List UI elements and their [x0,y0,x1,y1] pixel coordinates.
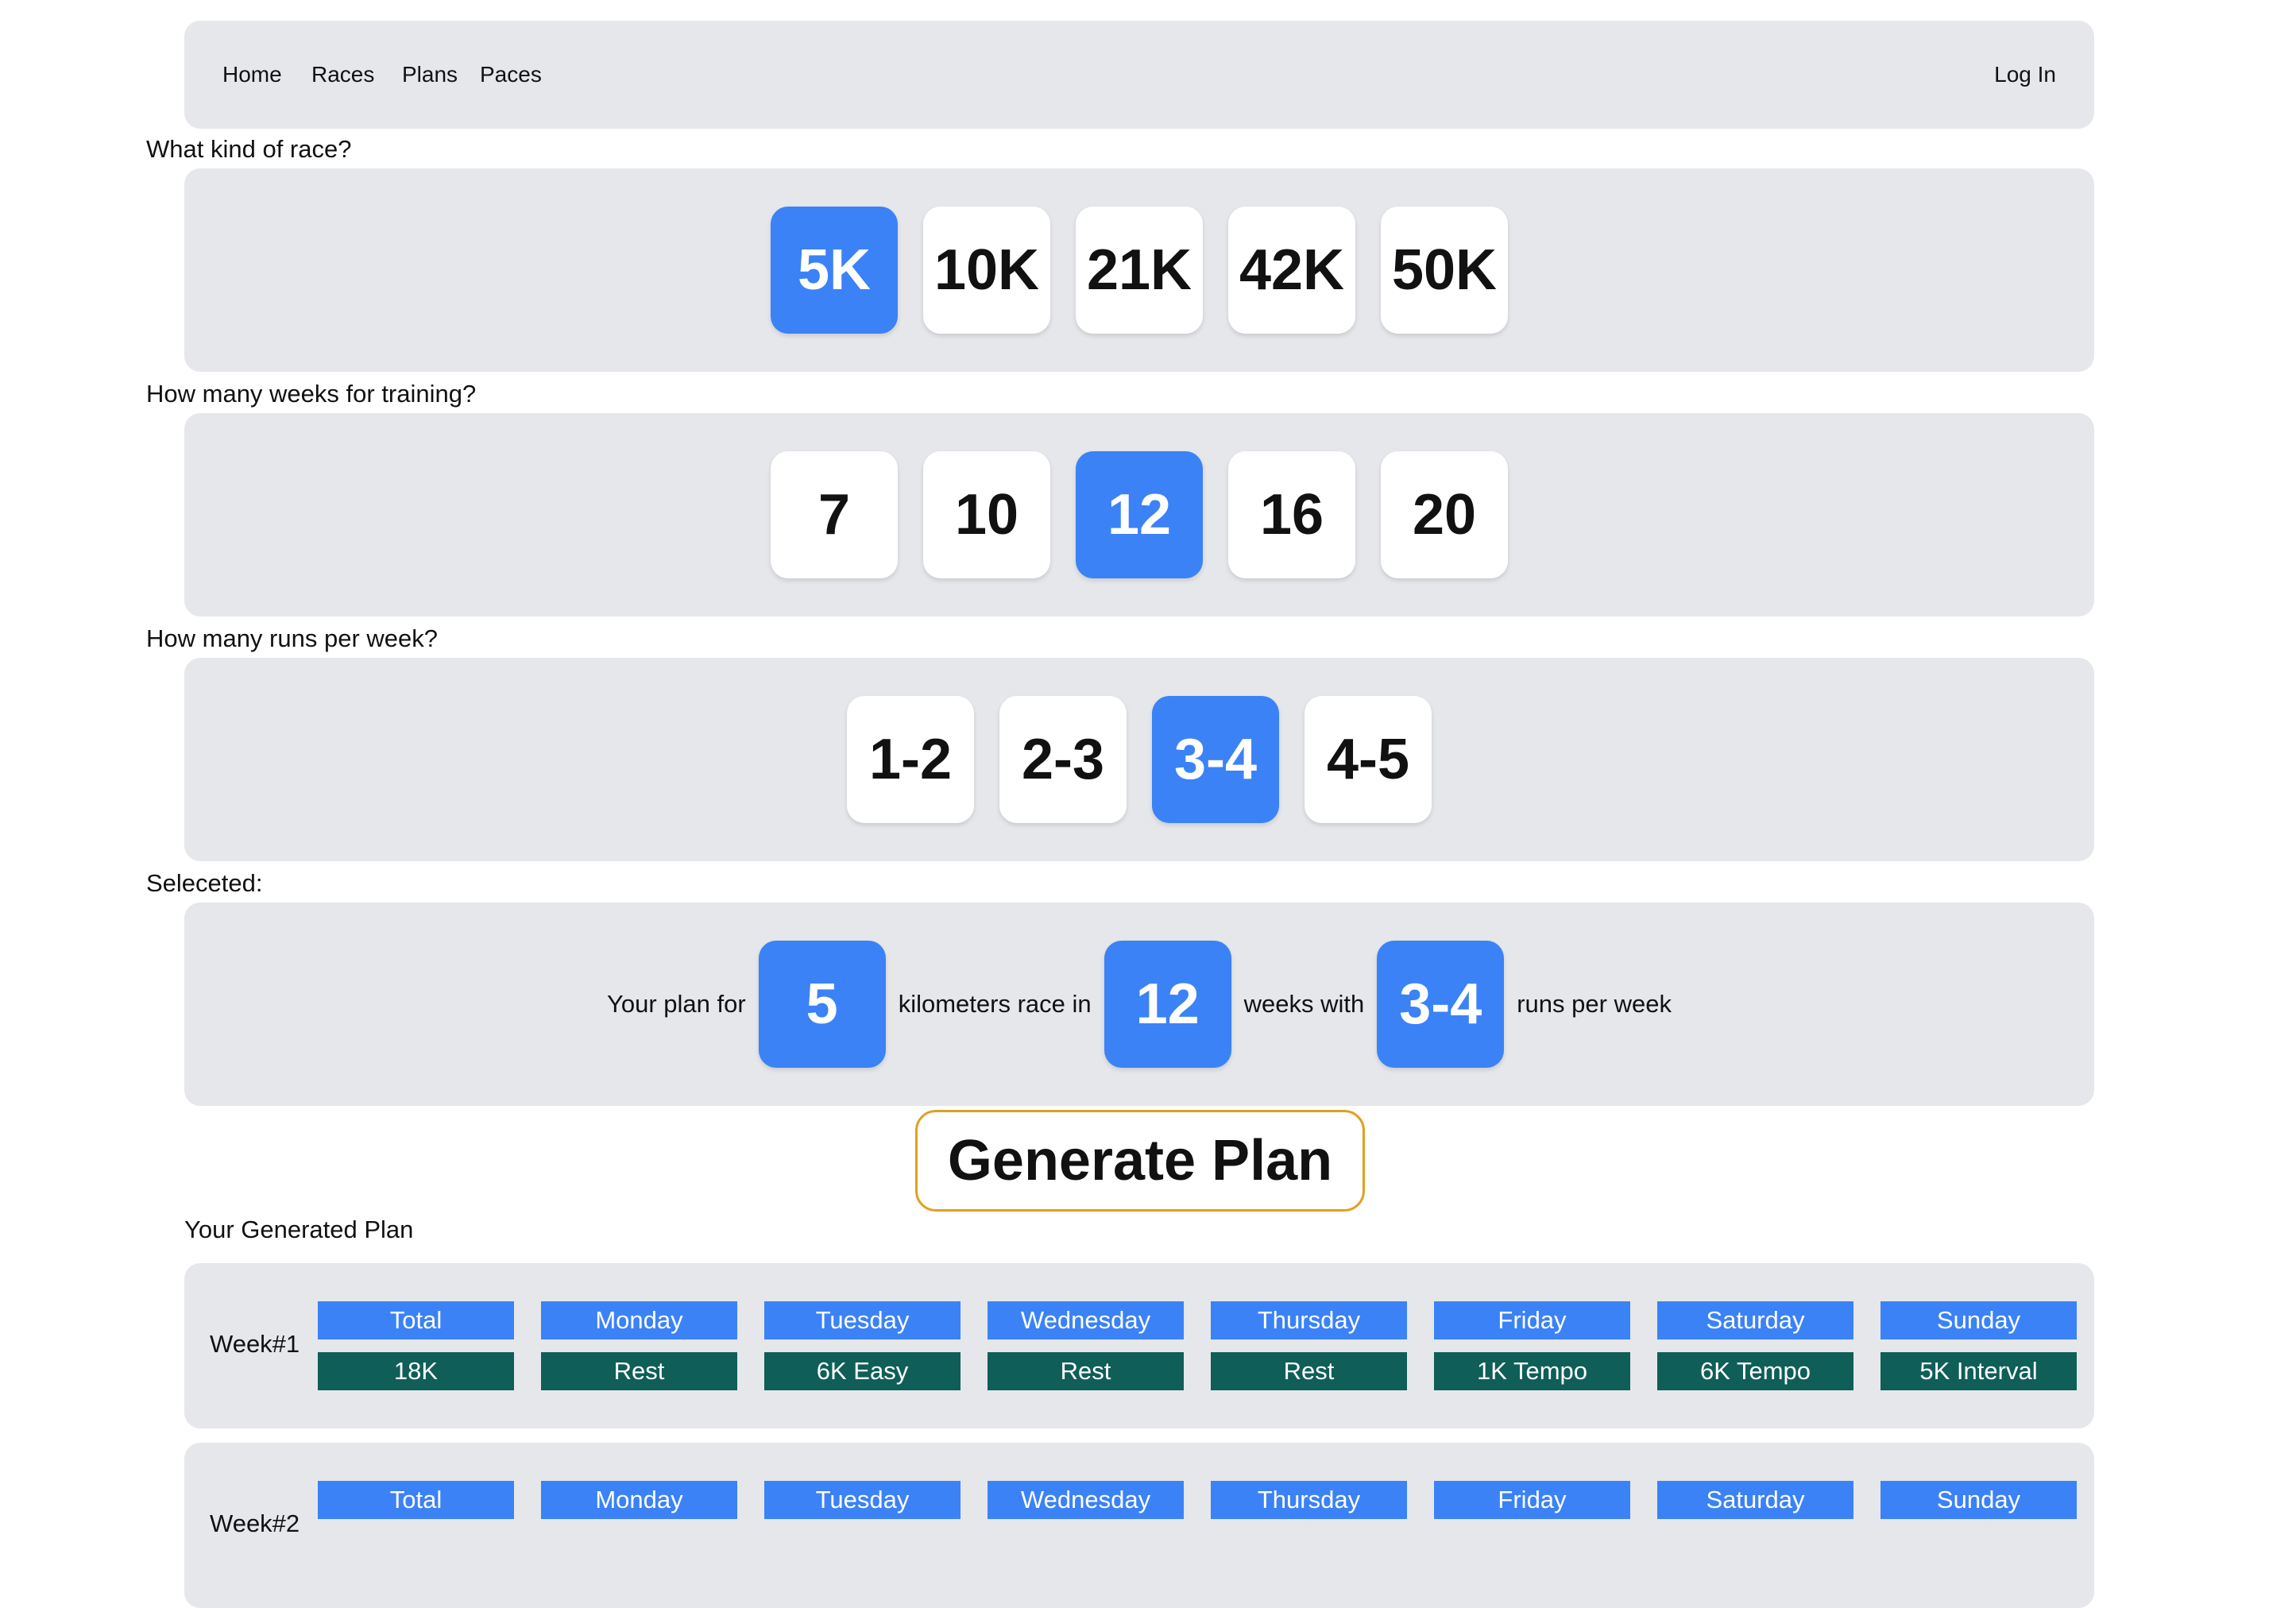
summary-runs-badge: 3-4 [1377,941,1505,1068]
week-2-header-monday: Monday [541,1481,737,1519]
week-2-header-tuesday: Tuesday [764,1481,961,1519]
runs-options-panel: 1-2 2-3 3-4 4-5 [184,658,2094,861]
week-1-header-friday: Friday [1434,1301,1630,1339]
race-options-panel: 5K 10K 21K 42K 50K [184,168,2094,372]
summary-text-weeks-with: weeks with [1243,990,1365,1018]
summary-text-runs-per-week: runs per week [1517,990,1672,1018]
week-1-thursday-value: Rest [1211,1352,1407,1390]
weeks-question: How many weeks for training? [146,380,477,408]
race-question: What kind of race? [146,135,352,163]
week-1-wednesday-value: Rest [988,1352,1184,1390]
runs-option-1-2[interactable]: 1-2 [847,696,974,823]
week-1-header-saturday: Saturday [1657,1301,1853,1339]
nav-plans-link[interactable]: Plans [402,21,458,129]
week-1-header-total: Total [318,1301,514,1339]
week-2-header-friday: Friday [1434,1481,1630,1519]
navbar: Home Races Plans Paces Log In [184,21,2094,129]
week-1-saturday-value: 6K Tempo [1657,1352,1853,1390]
race-option-5k[interactable]: 5K [771,207,898,334]
week-2-header-sunday: Sunday [1880,1481,2077,1519]
runs-option-3-4[interactable]: 3-4 [1152,696,1279,823]
week-1-friday-value: 1K Tempo [1434,1352,1630,1390]
weeks-option-10[interactable]: 10 [923,451,1050,578]
nav-home-link[interactable]: Home [222,21,282,129]
generate-plan-button[interactable]: Generate Plan [915,1110,1365,1212]
week-2-header-total: Total [318,1481,514,1519]
weeks-options-panel: 7 10 12 16 20 [184,413,2094,617]
week-1-header-wednesday: Wednesday [988,1301,1184,1339]
week-1-label: Week#1 [210,1330,300,1358]
week-1-header-thursday: Thursday [1211,1301,1407,1339]
race-option-21k[interactable]: 21K [1076,207,1203,334]
summary-distance-badge: 5 [758,941,886,1068]
race-option-10k[interactable]: 10K [923,207,1050,334]
week-1-monday-value: Rest [541,1352,737,1390]
week-1-panel: Week#1 Total Monday Tuesday Wednesday Th… [184,1263,2094,1428]
week-2-header-thursday: Thursday [1211,1481,1407,1519]
week-2-panel: Week#2 Total Monday Tuesday Wednesday Th… [184,1443,2094,1608]
selection-summary: Your plan for 5 kilometers race in 12 we… [184,941,2094,1068]
selection-summary-panel: Your plan for 5 kilometers race in 12 we… [184,903,2094,1106]
week-1-tuesday-value: 6K Easy [764,1352,961,1390]
weeks-option-16[interactable]: 16 [1228,451,1355,578]
generated-plan-title: Your Generated Plan [184,1216,414,1243]
summary-text-plan-for: Your plan for [607,990,746,1018]
week-1-header-monday: Monday [541,1301,737,1339]
week-2-header-saturday: Saturday [1657,1481,1853,1519]
race-option-50k[interactable]: 50K [1381,207,1508,334]
login-link[interactable]: Log In [1994,21,2056,129]
week-2-label: Week#2 [210,1509,300,1537]
summary-weeks-badge: 12 [1104,941,1231,1068]
nav-paces-link[interactable]: Paces [480,21,542,129]
week-1-header-tuesday: Tuesday [764,1301,961,1339]
race-options: 5K 10K 21K 42K 50K [184,207,2094,334]
week-1-header-sunday: Sunday [1880,1301,2077,1339]
weeks-option-7[interactable]: 7 [771,451,898,578]
race-option-42k[interactable]: 42K [1228,207,1355,334]
week-1-total-value: 18K [318,1352,514,1390]
weeks-option-12[interactable]: 12 [1076,451,1203,578]
runs-option-4-5[interactable]: 4-5 [1305,696,1432,823]
weeks-options: 7 10 12 16 20 [184,451,2094,578]
nav-races-link[interactable]: Races [311,21,374,129]
selected-label: Seleceted: [146,869,263,897]
week-1-sunday-value: 5K Interval [1880,1352,2077,1390]
runs-options: 1-2 2-3 3-4 4-5 [184,696,2094,823]
summary-text-race-in: kilometers race in [898,990,1092,1018]
runs-option-2-3[interactable]: 2-3 [999,696,1127,823]
runs-question: How many runs per week? [146,624,438,652]
week-2-header-wednesday: Wednesday [988,1481,1184,1519]
weeks-option-20[interactable]: 20 [1381,451,1508,578]
